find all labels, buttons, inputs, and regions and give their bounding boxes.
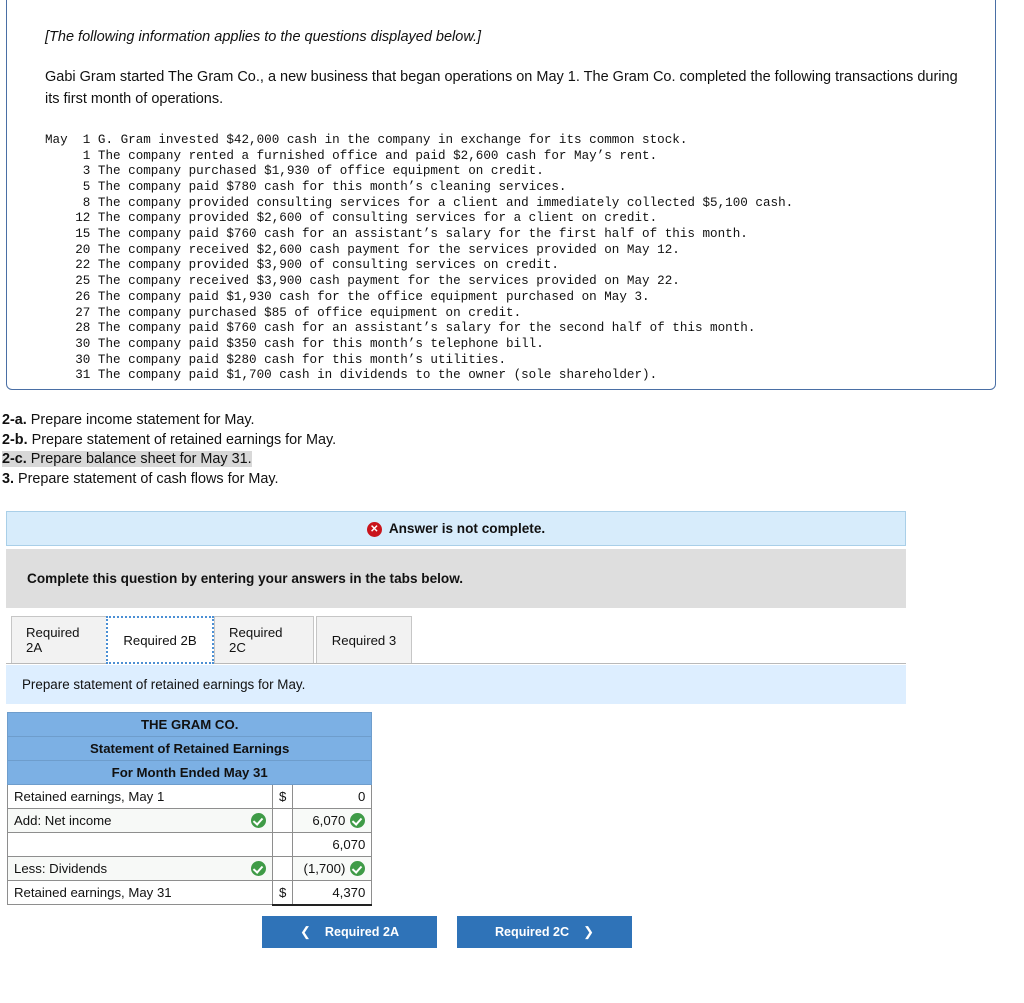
row-label: Add: Net income: [14, 813, 112, 828]
information-panel: [The following information applies to th…: [6, 0, 996, 390]
row-amount: 4,370: [332, 884, 366, 900]
applies-to-note: [The following information applies to th…: [45, 29, 482, 45]
row-amount-cell[interactable]: 0: [292, 784, 373, 809]
table-row: Less: Dividends (1,700): [7, 856, 373, 881]
tab-bar: Required 2A Required 2B Required 2C Requ…: [6, 616, 906, 664]
table-row: Add: Net income 6,070: [7, 808, 373, 833]
currency-symbol: [271, 808, 294, 833]
previous-button-label: Required 2A: [324, 925, 400, 939]
tab-required-2c[interactable]: Required 2C: [214, 616, 314, 663]
row-label: Retained earnings, May 1: [14, 789, 165, 804]
row-label-cell[interactable]: Less: Dividends: [7, 856, 273, 881]
correct-check-icon: [251, 813, 266, 828]
requirement-item-2b: 2-b. Prepare statement of retained earni…: [2, 431, 336, 451]
row-amount-cell: 4,370: [292, 880, 373, 906]
answer-incomplete-alert: ✕ Answer is not complete.: [6, 511, 906, 546]
requirement-text: Prepare statement of cash flows for May.: [14, 470, 279, 487]
currency-symbol: $: [271, 784, 294, 809]
row-amount: 0: [358, 789, 366, 804]
requirements-list: 2-a. Prepare income statement for May. 2…: [2, 411, 336, 489]
requirement-text: Prepare balance sheet for May 31.: [26, 451, 252, 467]
table-header-row: For Month Ended May 31: [6, 760, 373, 785]
scenario-paragraph: Gabi Gram started The Gram Co., a new bu…: [45, 69, 958, 108]
next-required-button[interactable]: Required 2C ❯: [457, 916, 632, 948]
row-label-cell[interactable]: Retained earnings, May 1: [7, 784, 273, 809]
row-amount-cell[interactable]: 6,070: [292, 808, 373, 833]
requirement-text: Prepare statement of retained earnings f…: [27, 431, 337, 448]
row-amount: 6,070: [312, 813, 346, 828]
chevron-left-icon: ❮: [299, 924, 311, 939]
requirement-number: 2-b.: [2, 431, 28, 448]
tab-label: Required 2A: [26, 625, 80, 655]
statement-title-header: Statement of Retained Earnings: [6, 736, 373, 761]
next-button-label: Required 2C: [494, 925, 570, 939]
requirement-item-2c: 2-c. Prepare balance sheet for May 31.: [2, 450, 336, 470]
row-label: Less: Dividends: [14, 861, 108, 876]
row-label-cell[interactable]: [7, 832, 273, 857]
tab-required-3[interactable]: Required 3: [316, 616, 412, 663]
error-circle-x-icon: ✕: [366, 522, 382, 537]
table-header-row: THE GRAM CO.: [6, 712, 373, 737]
instruction-text: Complete this question by entering your …: [27, 571, 464, 586]
currency-symbol: $: [271, 880, 294, 906]
retained-earnings-statement-table: THE GRAM CO. Statement of Retained Earni…: [6, 712, 373, 906]
row-amount: 6,070: [332, 837, 366, 852]
correct-check-icon: [350, 813, 366, 828]
row-amount-cell[interactable]: (1,700): [292, 856, 373, 881]
tab-description-banner: Prepare statement of retained earnings f…: [6, 665, 906, 704]
row-label-cell[interactable]: Retained earnings, May 31: [7, 880, 273, 905]
table-header-row: Statement of Retained Earnings: [6, 736, 373, 761]
row-label: Retained earnings, May 31: [14, 885, 172, 900]
tab-label: Required 2B: [123, 632, 197, 648]
requirement-number: 3.: [2, 470, 15, 487]
table-row: Retained earnings, May 1 $ 0: [7, 784, 373, 809]
requirement-number: 2-c.: [2, 451, 27, 467]
requirement-item-3: 3. Prepare statement of cash flows for M…: [2, 470, 336, 490]
row-amount-cell: 6,070: [292, 832, 373, 857]
tab-label: Required 3: [331, 632, 397, 648]
row-amount: (1,700): [303, 861, 346, 876]
table-row: Retained earnings, May 31 $ 4,370: [7, 880, 373, 906]
correct-check-icon: [350, 861, 366, 876]
tab-label: Required 2C: [229, 625, 283, 655]
tab-required-2b[interactable]: Required 2B: [106, 616, 214, 664]
requirement-text: Prepare income statement for May.: [26, 412, 255, 428]
instruction-banner: Complete this question by entering your …: [6, 549, 906, 608]
currency-symbol: [271, 832, 294, 857]
currency-symbol: [271, 856, 294, 881]
period-header: For Month Ended May 31: [6, 760, 373, 785]
row-label-cell[interactable]: Add: Net income: [7, 808, 273, 833]
answer-incomplete-text: Answer is not complete.: [388, 521, 546, 536]
chevron-right-icon: ❯: [583, 924, 595, 939]
company-name-header: THE GRAM CO.: [6, 712, 373, 737]
requirement-number: 2-a.: [2, 412, 27, 428]
tab-description-text: Prepare statement of retained earnings f…: [22, 677, 306, 692]
table-row: 6,070: [7, 832, 373, 857]
tab-required-2a[interactable]: Required 2A: [11, 616, 111, 663]
transaction-list: May 1 G. Gram invested $42,000 cash in t…: [45, 132, 794, 383]
correct-check-icon: [251, 861, 266, 876]
requirement-item-2a: 2-a. Prepare income statement for May.: [2, 411, 336, 431]
previous-required-button[interactable]: ❮ Required 2A: [262, 916, 437, 948]
